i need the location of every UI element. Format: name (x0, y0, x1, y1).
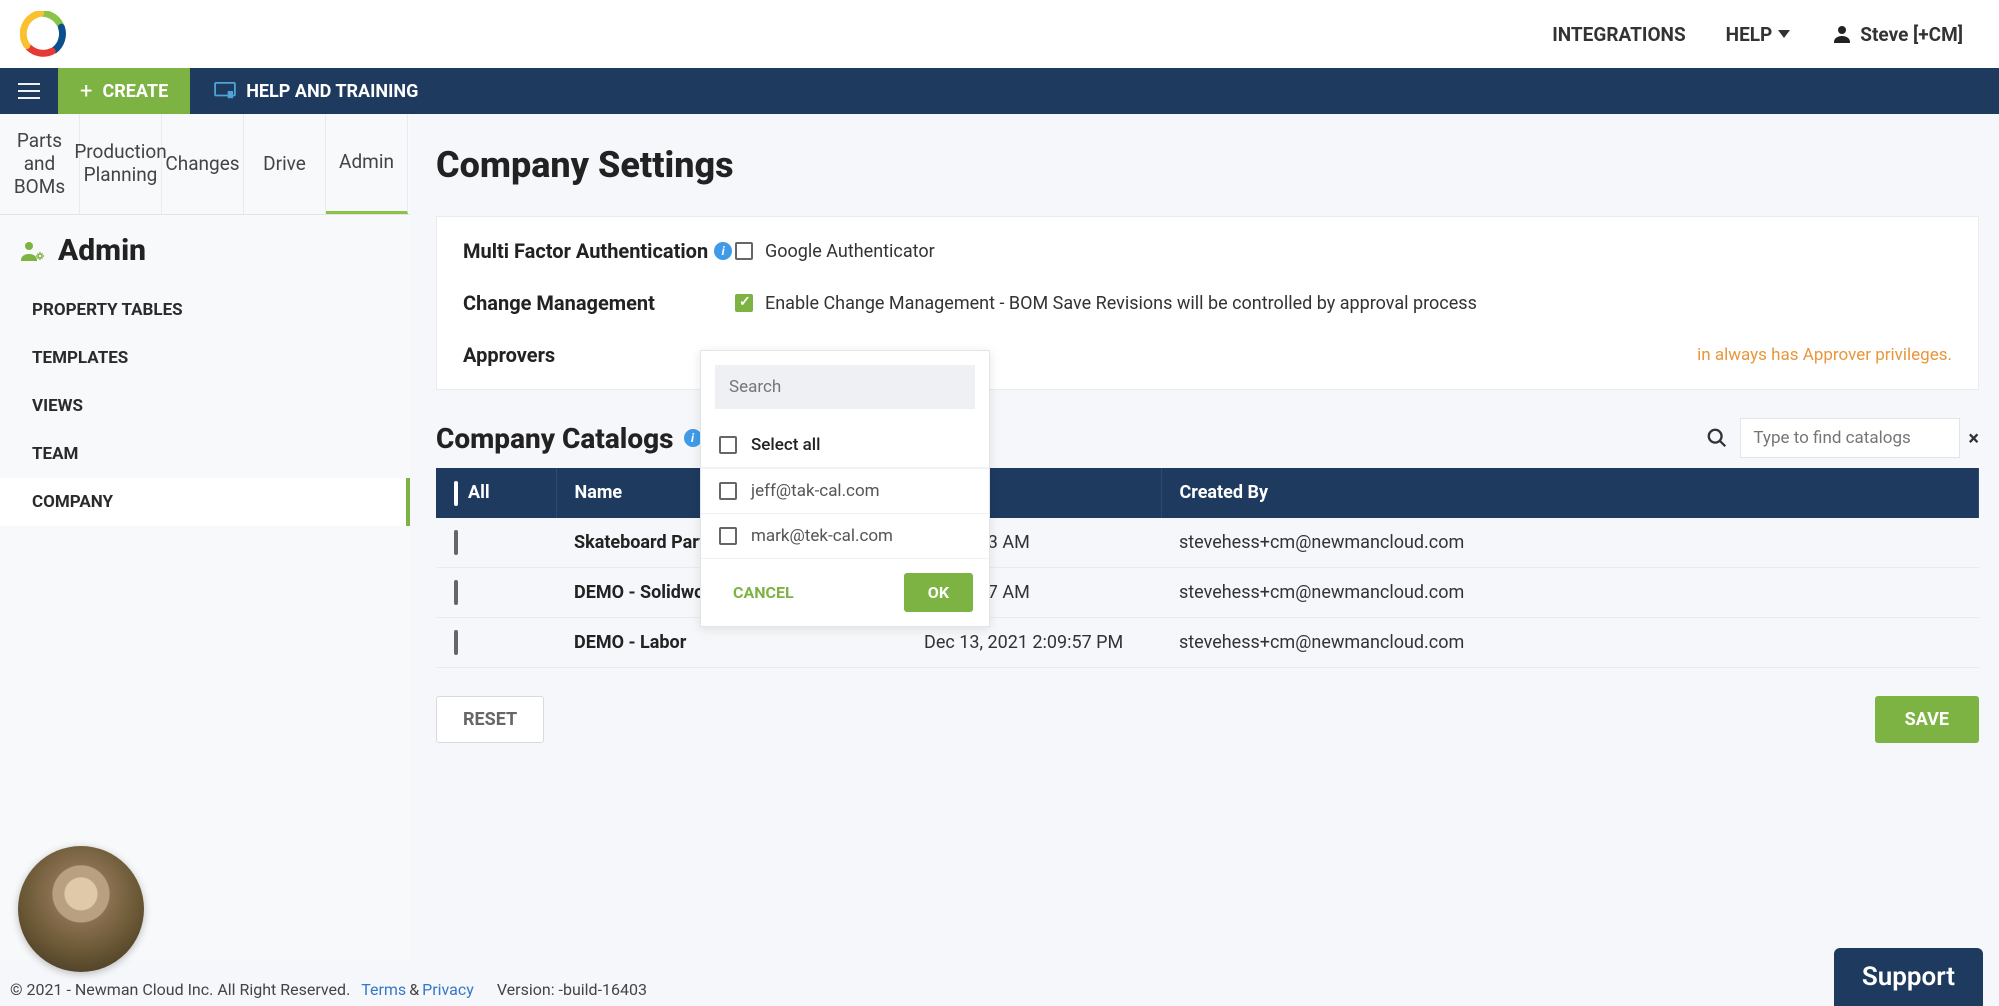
popup-cancel-button[interactable]: CANCEL (717, 573, 810, 612)
privacy-link[interactable]: Privacy (422, 980, 474, 999)
version-text: Version: -build-16403 (497, 980, 647, 999)
user-name: Steve [+CM] (1860, 23, 1963, 46)
approvers-popup: Select all jeff@tak-cal.com mark@tek-cal… (700, 350, 990, 627)
sidebar-title: Admin (58, 233, 146, 268)
checkbox-all-header[interactable] (454, 481, 458, 506)
create-label: CREATE (102, 81, 168, 102)
sidebar-item-property-tables[interactable]: PROPERTY TABLES (0, 286, 410, 334)
sidebar-item-company[interactable]: COMPANY (0, 478, 410, 526)
table-row[interactable]: DEMO - Labor Dec 13, 2021 2:09:57 PM ste… (436, 617, 1979, 667)
tab-production-planning[interactable]: ProductionPlanning (80, 114, 162, 214)
table-row[interactable]: DEMO - Solidworks 1 7:51:17 AM stevehess… (436, 567, 1979, 617)
mfa-option-label: Google Authenticator (765, 241, 935, 262)
row-checkbox[interactable] (454, 530, 458, 555)
user-icon (1830, 22, 1854, 46)
checkbox-mfa[interactable] (735, 242, 753, 260)
form-actions: RESET SAVE (436, 696, 1979, 743)
mfa-row: Multi Factor Authentication i Google Aut… (463, 239, 1952, 263)
checkbox-option[interactable] (719, 527, 737, 545)
help-dropdown[interactable]: HELP (1726, 23, 1791, 46)
approvers-row: Approvers in always has Approver privile… (463, 343, 1952, 367)
tab-changes[interactable]: Changes (162, 114, 244, 214)
search-icon (1706, 427, 1728, 449)
sidebar-item-views[interactable]: VIEWS (0, 382, 410, 430)
catalogs-header: Company Catalogs i × (436, 418, 1979, 458)
checkbox-select-all[interactable] (719, 436, 737, 454)
settings-panel: Multi Factor Authentication i Google Aut… (436, 216, 1979, 390)
help-training-label: HELP AND TRAINING (246, 81, 418, 102)
select-all-label: Select all (751, 435, 820, 455)
page-title: Company Settings (436, 144, 1979, 186)
hamburger-icon (18, 83, 40, 99)
content: Parts andBOMs ProductionPlanning Changes… (0, 114, 1999, 960)
page-footer: © 2021 - Newman Cloud Inc. All Right Res… (0, 972, 1999, 1006)
cm-label: Change Management (463, 291, 735, 315)
top-header: INTEGRATIONS HELP Steve [+CM] (0, 0, 1999, 68)
row-checkbox[interactable] (454, 630, 458, 655)
create-button[interactable]: + CREATE (58, 68, 190, 114)
popup-select-all[interactable]: Select all (701, 423, 989, 469)
support-button[interactable]: Support (1834, 948, 1983, 1006)
change-management-row: Change Management Enable Change Manageme… (463, 291, 1952, 315)
copyright: © 2021 - Newman Cloud Inc. All Right Res… (10, 980, 350, 999)
popup-ok-button[interactable]: OK (904, 573, 973, 612)
popup-actions: CANCEL OK (701, 559, 989, 626)
help-training-button[interactable]: HELP AND TRAINING (190, 68, 442, 114)
approvers-label: Approvers (463, 343, 735, 367)
cell-created-by: stevehess+cm@newmancloud.com (1161, 617, 1979, 667)
save-button[interactable]: SAVE (1875, 696, 1979, 743)
amp: & (409, 980, 419, 999)
cell-created-by: stevehess+cm@newmancloud.com (1161, 567, 1979, 617)
main-content: Company Settings Multi Factor Authentica… (410, 114, 1999, 960)
plus-icon: + (80, 79, 92, 104)
popup-option[interactable]: jeff@tak-cal.com (701, 469, 989, 514)
info-icon[interactable]: i (714, 242, 732, 260)
sidebar-header: Admin (0, 215, 410, 286)
hamburger-button[interactable] (0, 68, 58, 114)
main-nav: + CREATE HELP AND TRAINING (0, 68, 1999, 114)
left-column: Parts andBOMs ProductionPlanning Changes… (0, 114, 410, 960)
info-icon[interactable]: i (684, 429, 702, 447)
sidebar-item-team[interactable]: TEAM (0, 430, 410, 478)
presenter-avatar[interactable] (18, 846, 144, 972)
help-label: HELP (1726, 23, 1773, 46)
checkbox-cm[interactable] (735, 294, 753, 312)
option-email: jeff@tak-cal.com (751, 481, 880, 501)
catalogs-title: Company Catalogs i (436, 422, 702, 455)
cm-option-label: Enable Change Management - BOM Save Revi… (765, 293, 1477, 314)
cm-checkbox-wrapper[interactable]: Enable Change Management - BOM Save Revi… (735, 293, 1477, 314)
tab-drive[interactable]: Drive (244, 114, 326, 214)
catalogs-table: All Name ed Created By Skateboard PartsM… (436, 468, 1979, 668)
option-email: mark@tek-cal.com (751, 526, 893, 546)
tab-admin[interactable]: Admin (326, 114, 408, 214)
col-created-by[interactable]: Created By (1161, 468, 1979, 518)
user-menu[interactable]: Steve [+CM] (1830, 22, 1963, 46)
chevron-down-icon (1778, 30, 1790, 38)
terms-link[interactable]: Terms (361, 980, 406, 999)
sidebar-nav: PROPERTY TABLES TEMPLATES VIEWS TEAM COM… (0, 286, 410, 526)
integrations-link[interactable]: INTEGRATIONS (1552, 23, 1685, 46)
brand-logo[interactable] (20, 11, 66, 57)
col-all[interactable]: All (436, 468, 556, 518)
primary-tabs: Parts andBOMs ProductionPlanning Changes… (0, 114, 410, 215)
chalkboard-icon (214, 82, 236, 100)
reset-button[interactable]: RESET (436, 696, 544, 743)
approvers-hint: in always has Approver privileges. (1697, 345, 1952, 365)
row-checkbox[interactable] (454, 580, 458, 605)
checkbox-option[interactable] (719, 482, 737, 500)
popup-search-input[interactable] (715, 365, 975, 409)
mfa-checkbox-wrapper[interactable]: Google Authenticator (735, 241, 935, 262)
cell-created-by: stevehess+cm@newmancloud.com (1161, 518, 1979, 568)
mfa-label: Multi Factor Authentication i (463, 239, 735, 263)
popup-option[interactable]: mark@tek-cal.com (701, 514, 989, 559)
tab-parts-boms[interactable]: Parts andBOMs (0, 114, 80, 214)
sidebar-item-templates[interactable]: TEMPLATES (0, 334, 410, 382)
admin-gear-user-icon (20, 240, 46, 262)
catalog-search-input[interactable] (1740, 418, 1960, 458)
clear-search-icon[interactable]: × (1968, 426, 1979, 450)
table-row[interactable]: Skateboard PartsM 1 8:04:43 AM stevehess… (436, 518, 1979, 568)
